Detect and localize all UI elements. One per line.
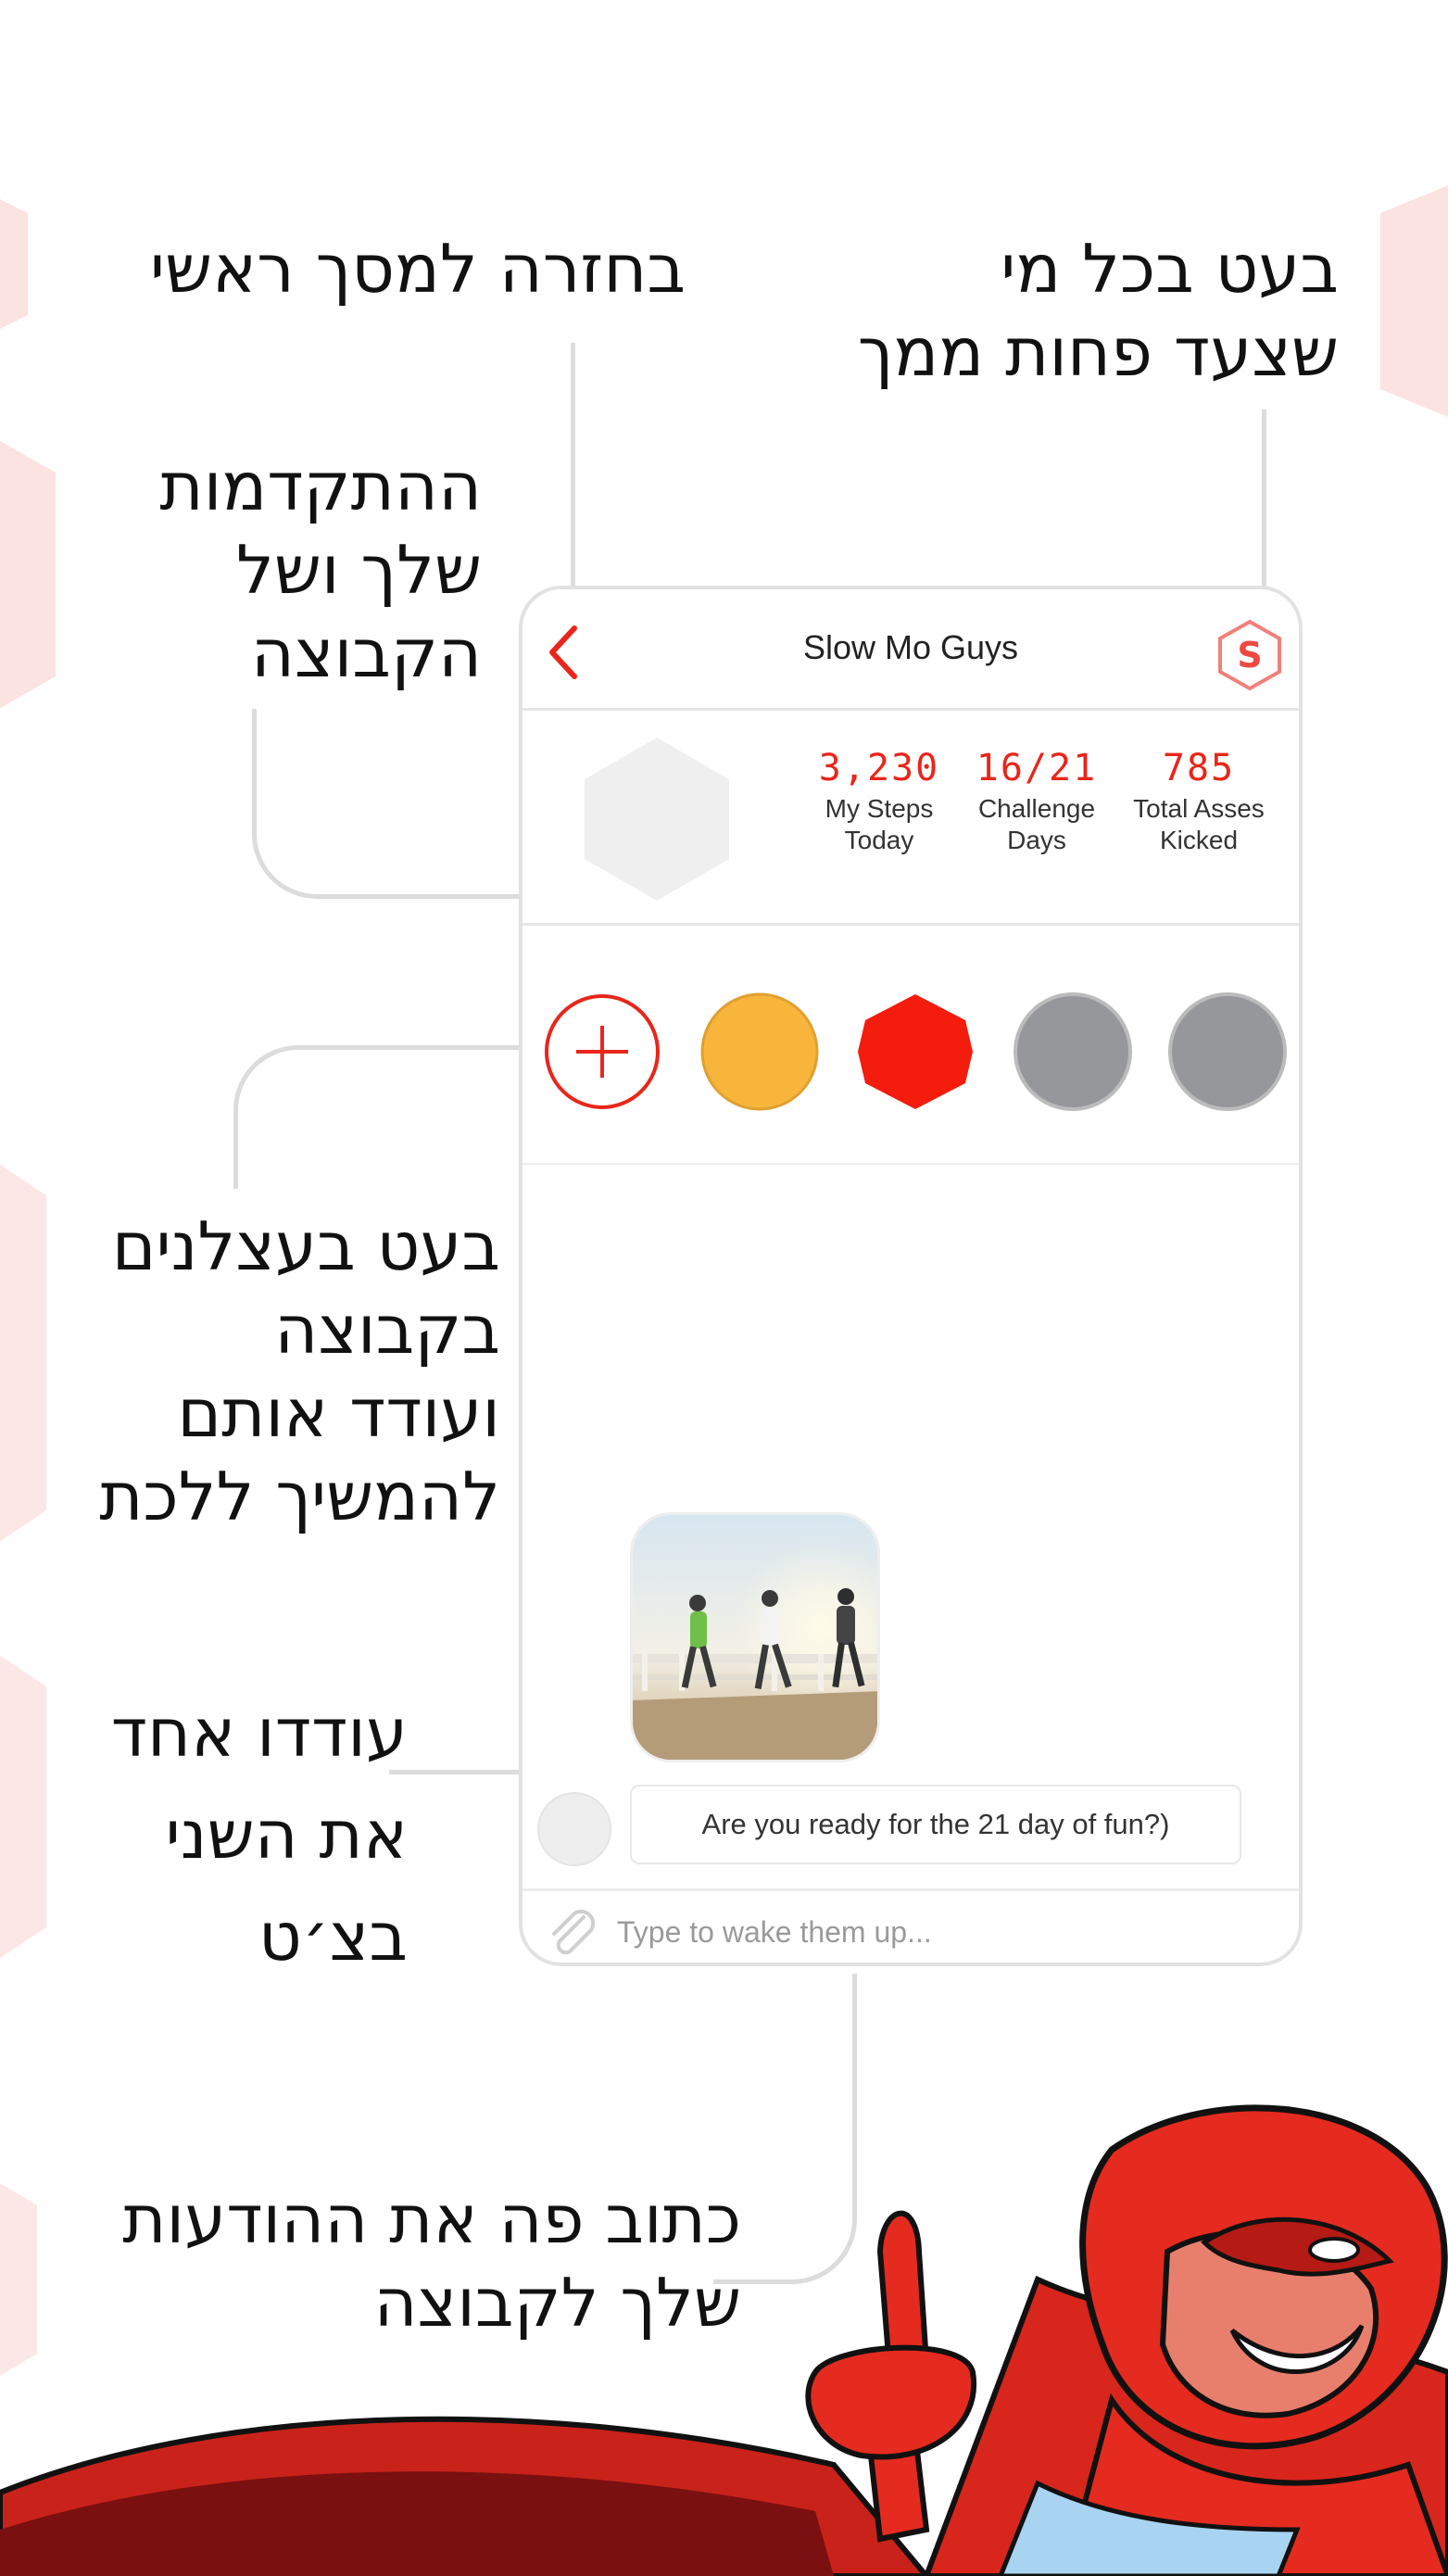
message-input[interactable] bbox=[615, 1904, 1267, 1960]
connector-kick-members bbox=[233, 1045, 558, 1189]
callout-progress: ההתקדמות שלך ושל הקבוצה bbox=[93, 445, 482, 695]
member-avatar-gray-1[interactable] bbox=[1014, 992, 1132, 1111]
group-header: Slow Mo Guys S bbox=[523, 589, 1299, 711]
decorative-hex-left-4 bbox=[0, 1655, 46, 1959]
stats-panel: 3,230 My Steps Today 16/21 Challenge Days … bbox=[523, 708, 1299, 926]
member-avatar-red[interactable] bbox=[856, 992, 975, 1111]
member-orange-avatar bbox=[700, 992, 819, 1111]
chat-sender-avatar bbox=[537, 1792, 611, 1866]
callout-back-home: בחזרה למסך ראשי bbox=[149, 230, 686, 308]
decorative-hex-left-3 bbox=[0, 1164, 46, 1542]
phone-mockup: Slow Mo Guys S 3,230 My Steps Today 16/21… bbox=[519, 586, 1303, 1966]
plus-icon bbox=[545, 994, 660, 1109]
callout-tap-slower-line2: שצעד פחות ממך bbox=[857, 313, 1339, 391]
decorative-hex-right-1 bbox=[1380, 185, 1448, 417]
members-row bbox=[523, 926, 1299, 1165]
paperclip-icon bbox=[552, 1909, 596, 1955]
callout-encourage-line2: את השני bbox=[165, 1796, 408, 1874]
callout-kick-line4: להמשיך ללכת bbox=[99, 1458, 500, 1535]
stat-challenge-value: 16/21 bbox=[976, 747, 1098, 789]
connector-back-home bbox=[571, 343, 575, 612]
add-member-button[interactable] bbox=[543, 992, 661, 1111]
connector-tap-slower bbox=[1262, 410, 1266, 604]
callout-kick-line2: בקבוצה bbox=[274, 1291, 500, 1369]
stat-steps-value: 3,230 bbox=[818, 747, 940, 789]
attach-button[interactable] bbox=[547, 1909, 598, 1956]
chat-photo-message[interactable] bbox=[630, 1512, 880, 1762]
hex-s-logo-icon: S bbox=[1218, 619, 1281, 691]
runners-photo bbox=[633, 1515, 877, 1760]
member-red-avatar bbox=[858, 994, 973, 1109]
stat-steps: 3,230 My Steps Today bbox=[800, 747, 958, 856]
callout-progress-line3: הקבוצה bbox=[250, 614, 482, 692]
stat-kicked-label: Total Asses Kicked bbox=[1133, 794, 1265, 854]
callout-tap-slower: בעט בכל מי שצעד פחות ממך bbox=[858, 227, 1339, 394]
callout-kick-line3: ועודד אותם bbox=[177, 1374, 500, 1452]
callout-progress-line2: שלך ושל bbox=[235, 531, 482, 609]
member-avatar-gray-2[interactable] bbox=[1168, 992, 1287, 1111]
logo-letter: S bbox=[1237, 635, 1262, 676]
stat-kicked-value: 785 bbox=[1162, 747, 1236, 789]
chat-message-bubble: Are you ready for the 21 day of fun?) bbox=[630, 1785, 1241, 1864]
member-gray-avatar bbox=[1014, 992, 1132, 1111]
decorative-hex-left-1 bbox=[0, 199, 28, 329]
callout-encourage-line1: עודדו אחד bbox=[110, 1694, 408, 1772]
stat-challenge-label: Challenge Days bbox=[977, 794, 1096, 854]
callout-tap-slower-line1: בעט בכל מי bbox=[1001, 230, 1339, 308]
member-avatar-orange[interactable] bbox=[700, 992, 819, 1111]
stat-steps-label: My Steps Today bbox=[825, 794, 934, 854]
stat-asses-kicked: 785 Total Asses Kicked bbox=[1120, 747, 1278, 856]
stat-challenge-days: 16/21 Challenge Days bbox=[958, 747, 1115, 856]
logo-button[interactable]: S bbox=[1217, 619, 1282, 691]
message-composer bbox=[523, 1888, 1299, 1963]
member-gray-avatar bbox=[1168, 992, 1287, 1111]
callout-kick-members: בעט בעצלנים בקבוצה ועודד אותם להמשיך ללכ… bbox=[93, 1205, 500, 1538]
callout-kick-line1: בעט בעצלנים bbox=[111, 1207, 500, 1285]
decorative-hex-left-2 bbox=[0, 440, 56, 709]
callout-encourage-chat: עודדו אחד את השני בצ׳ט bbox=[93, 1682, 408, 1988]
superhero-mascot-image bbox=[0, 2104, 1448, 2576]
group-title: Slow Mo Guys bbox=[802, 628, 1019, 666]
callout-progress-line1: ההתקדמות bbox=[159, 448, 482, 525]
group-avatar-placeholder bbox=[585, 738, 729, 901]
callout-encourage-line3: בצ׳ט bbox=[258, 1898, 408, 1976]
